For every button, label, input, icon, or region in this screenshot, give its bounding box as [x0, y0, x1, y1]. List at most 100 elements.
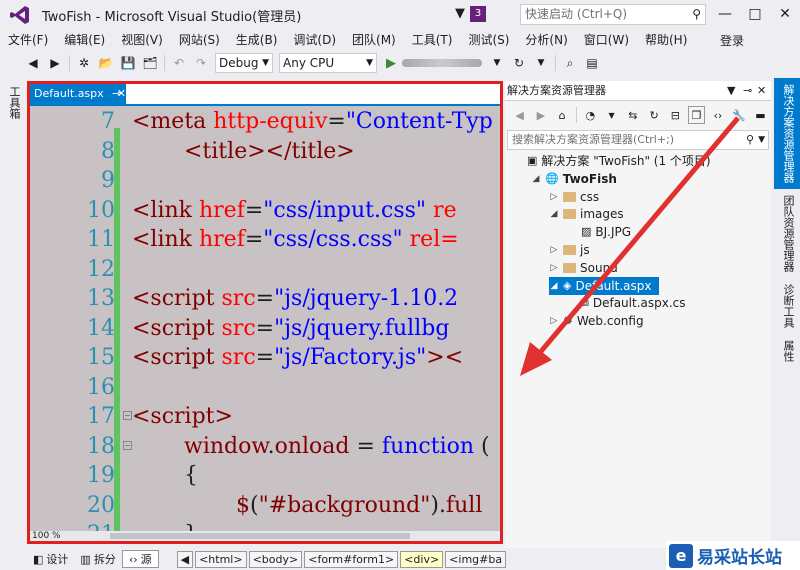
collapse-all-icon[interactable]: ⊟	[667, 106, 684, 124]
back-icon[interactable]: ◀	[24, 54, 42, 72]
code-line[interactable]: 18− window.onload = function (	[30, 432, 500, 462]
undo-icon[interactable]: ↶	[170, 54, 188, 72]
breadcrumb-body[interactable]: <body>	[248, 550, 303, 568]
dropdown-icon[interactable]: ▼	[603, 106, 620, 124]
collapsed-arrow-icon[interactable]: ▷	[549, 312, 559, 330]
platform-select[interactable]: Any CPU ▼	[279, 53, 377, 73]
layout-icon[interactable]: ▤	[583, 54, 601, 72]
menu-debug[interactable]: 调试(D)	[285, 31, 344, 48]
code-line[interactable]: 20 $("#background").full	[30, 491, 500, 521]
menu-edit[interactable]: 编辑(E)	[56, 31, 113, 48]
pending-changes-icon[interactable]: ◔	[582, 106, 599, 124]
tree-item[interactable]: ◢ images	[549, 205, 624, 223]
breadcrumb-div[interactable]: <div>	[400, 550, 444, 568]
new-project-icon[interactable]: ✲	[75, 54, 93, 72]
code-line[interactable]: 19 {	[30, 461, 500, 491]
code-editor[interactable]: 7 <meta http-equiv="Content-Typ 8 <title></…	[30, 106, 500, 531]
code-line[interactable]: 14 <script src="js/jquery.fullbg	[30, 314, 500, 344]
preview-icon[interactable]: ▬	[752, 106, 769, 124]
code-line[interactable]: 15 <script src="js/Factory.js"><	[30, 343, 500, 373]
refresh-icon[interactable]: ↻	[510, 54, 528, 72]
save-all-icon[interactable]: 🗂	[141, 54, 159, 72]
menu-analyze[interactable]: 分析(N)	[517, 31, 575, 48]
tree-item[interactable]: ▷ ⚙ Web.config	[549, 312, 644, 330]
collapsed-arrow-icon[interactable]: ▷	[549, 241, 559, 259]
code-line[interactable]: 16	[30, 373, 500, 403]
collapse-icon[interactable]: −	[123, 411, 132, 420]
scrollbar-thumb[interactable]	[110, 533, 410, 539]
code-line[interactable]: 12	[30, 255, 500, 285]
expanded-arrow-icon[interactable]: ◢	[531, 170, 541, 188]
code-line[interactable]: 8 <title></title>	[30, 137, 500, 167]
back-icon[interactable]: ◀	[511, 106, 528, 124]
minimize-button[interactable]: —	[710, 4, 740, 26]
tab-solution-explorer[interactable]: 解决方案资源管理器	[774, 78, 800, 189]
source-view-button[interactable]: ‹› 源	[121, 550, 159, 568]
zoom-level[interactable]: 100 %	[32, 531, 61, 541]
tree-item[interactable]: ◢ 🌐 TwoFish	[531, 170, 617, 188]
tab-default-aspx[interactable]: Default.aspx ⊸ ✕	[30, 84, 126, 104]
solution-config-select[interactable]: Debug ▼	[215, 53, 273, 73]
forward-icon[interactable]: ▶	[532, 106, 549, 124]
tree-item[interactable]: ▷ Sound	[549, 259, 618, 277]
breadcrumb-scroll-left[interactable]: ◀	[176, 550, 194, 568]
code-line[interactable]: 17− <script>	[30, 402, 500, 432]
refresh-icon[interactable]: ↻	[645, 106, 662, 124]
expanded-arrow-icon[interactable]: ◢	[549, 277, 559, 295]
tree-item[interactable]: ◢ ◈ Default.aspx	[549, 276, 660, 295]
menu-website[interactable]: 网站(S)	[171, 31, 228, 48]
start-debug-icon[interactable]: ▶	[386, 56, 396, 71]
tab-diagnostic-tools[interactable]: 诊断工具	[780, 278, 796, 334]
code-line[interactable]: 10 <link href="css/input.css" re	[30, 196, 500, 226]
code-line[interactable]: 13 <script src="js/jquery-1.10.2	[30, 284, 500, 314]
find-icon[interactable]: ⌕	[561, 54, 579, 72]
close-panel-icon[interactable]: ✕	[757, 81, 766, 101]
breadcrumb-html[interactable]: <html>	[195, 550, 247, 568]
collapse-icon[interactable]: −	[123, 440, 132, 450]
collapsed-arrow-icon[interactable]: ▷	[549, 259, 559, 277]
menu-window[interactable]: 窗口(W)	[576, 31, 637, 48]
menu-test[interactable]: 测试(S)	[460, 31, 517, 48]
open-file-icon[interactable]: 📂	[97, 54, 115, 72]
close-window-button[interactable]: ✕	[770, 4, 800, 26]
tree-item[interactable]: ▷ js	[549, 241, 590, 259]
collapsed-arrow-icon[interactable]: ▷	[549, 188, 559, 206]
dropdown-icon[interactable]: ▼	[532, 54, 550, 72]
login-link[interactable]: 登录	[720, 32, 744, 49]
solution-search-input[interactable]: 搜索解决方案资源管理器(Ctrl+;) ⚲ ▼	[507, 130, 769, 150]
menu-file[interactable]: 文件(F)	[0, 31, 56, 48]
tab-team-explorer[interactable]: 团队资源管理器	[780, 189, 796, 278]
breadcrumb-img[interactable]: <img#ba	[445, 550, 507, 568]
notification-badge[interactable]: 3	[470, 6, 486, 22]
forward-icon[interactable]: ▶	[46, 54, 64, 72]
code-line[interactable]: 21}	[30, 520, 500, 531]
tree-item[interactable]: ⧉ Default.aspx.cs	[567, 294, 686, 312]
menu-team[interactable]: 团队(M)	[344, 31, 404, 48]
code-line[interactable]: 7 <meta http-equiv="Content-Typ	[30, 107, 500, 137]
tree-item[interactable]: ▣ 解决方案 "TwoFish" (1 个项目)	[513, 152, 711, 170]
feedback-flag-icon[interactable]: ▼	[455, 6, 465, 21]
sync-icon[interactable]: ⇆	[624, 106, 641, 124]
restore-button[interactable]: □	[740, 4, 770, 26]
pin-icon[interactable]: ⊸	[743, 81, 752, 101]
design-view-button[interactable]: ◧ 设计	[27, 551, 74, 567]
redo-icon[interactable]: ↷	[192, 54, 210, 72]
tree-item[interactable]: ▨ BJ.JPG	[567, 223, 631, 241]
save-icon[interactable]: 💾	[119, 54, 137, 72]
dropdown-icon[interactable]: ▼	[488, 54, 506, 72]
breadcrumb-form[interactable]: <form#form1>	[304, 550, 399, 568]
close-tab-icon[interactable]: ✕	[117, 84, 126, 104]
quick-launch-input[interactable]: 快速启动 (Ctrl+Q) ⚲	[520, 4, 706, 25]
menu-view[interactable]: 视图(V)	[113, 31, 171, 48]
menu-tools[interactable]: 工具(T)	[404, 31, 461, 48]
code-line[interactable]: 11 <link href="css/css.css" rel=	[30, 225, 500, 255]
properties-icon[interactable]: 🔧	[731, 106, 748, 124]
show-all-files-icon[interactable]: ❐	[687, 106, 706, 124]
toolbox-tab[interactable]: 工具箱	[6, 86, 22, 119]
menu-build[interactable]: 生成(B)	[228, 31, 286, 48]
menu-help[interactable]: 帮助(H)	[637, 31, 695, 48]
split-view-button[interactable]: ▥ 拆分	[74, 551, 121, 567]
tree-item[interactable]: ▷ css	[549, 188, 600, 206]
window-position-icon[interactable]: ▼	[727, 81, 735, 101]
expanded-arrow-icon[interactable]: ◢	[549, 205, 559, 223]
